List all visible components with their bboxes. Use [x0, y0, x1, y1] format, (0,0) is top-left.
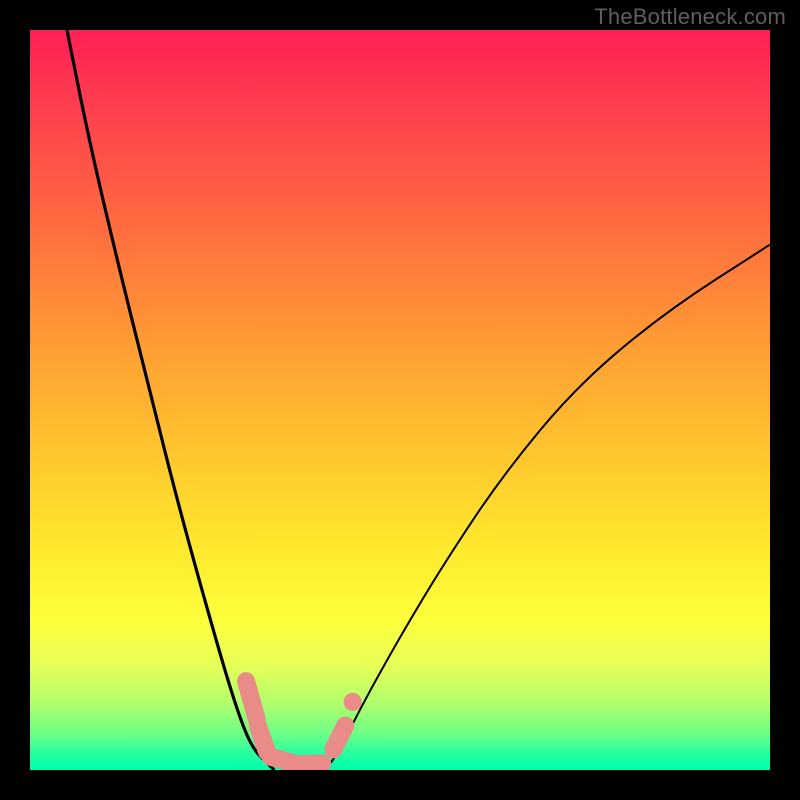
curve-left-curve	[67, 30, 274, 770]
plot-area	[30, 30, 770, 770]
watermark-text: TheBottleneck.com	[594, 4, 786, 30]
marker-pill	[258, 726, 267, 752]
marker-pill	[300, 763, 322, 764]
curve-right-curve	[326, 245, 770, 770]
marker-pill	[246, 681, 256, 718]
curves-layer	[30, 30, 770, 770]
marker-pill	[333, 726, 345, 750]
marker-dot	[344, 693, 362, 711]
chart-frame: TheBottleneck.com	[0, 0, 800, 800]
